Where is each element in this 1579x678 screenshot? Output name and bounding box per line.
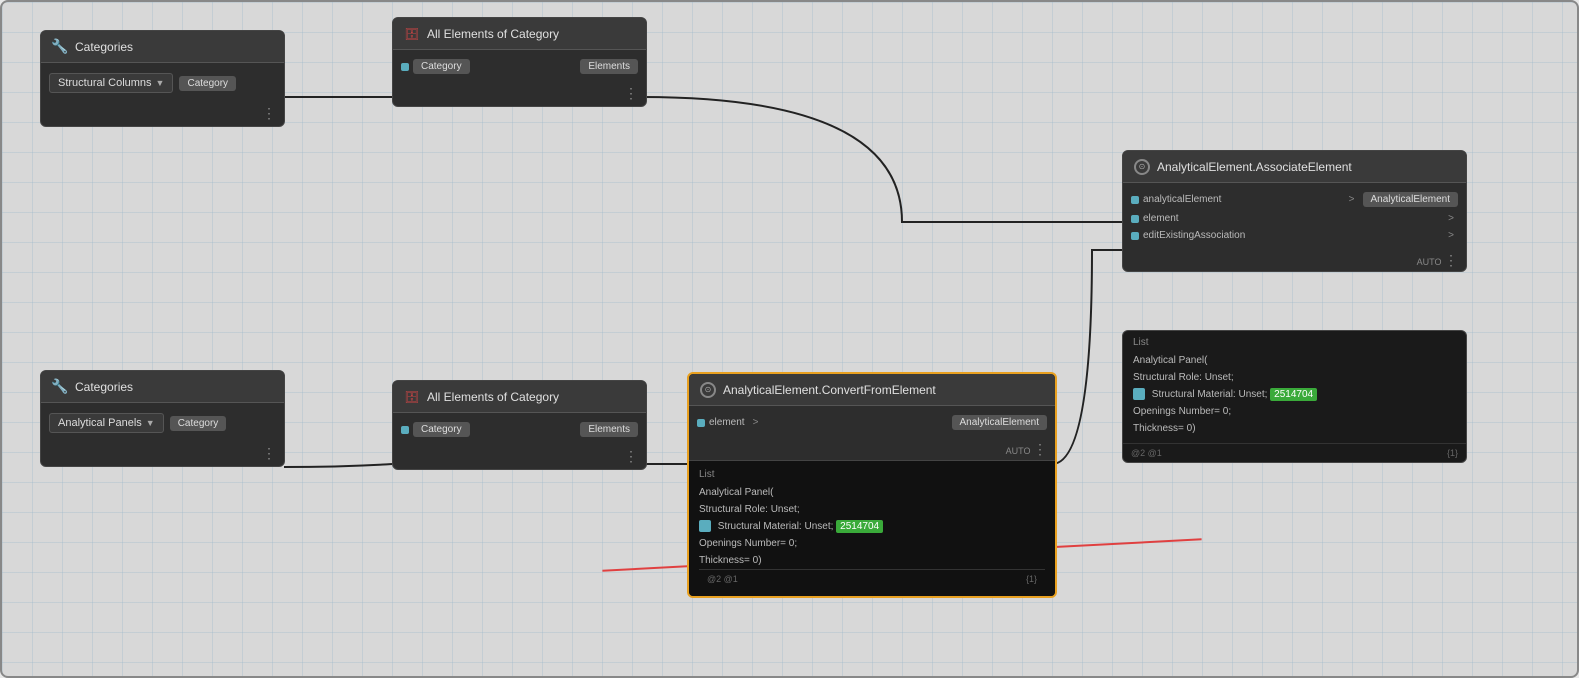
- convert-node: ⊙ AnalyticalElement.ConvertFromElement e…: [687, 372, 1057, 598]
- convert-auto-label: AUTO ⋮: [689, 439, 1055, 460]
- all-elements-node-2: 🗄 All Elements of Category Category Elem…: [392, 380, 647, 470]
- output-box-2-header: List: [699, 469, 1045, 480]
- all-elements-2-ports: Category Elements: [393, 419, 646, 440]
- arrow-1: >: [1349, 194, 1355, 205]
- node-dots-4[interactable]: ⋮: [624, 448, 638, 465]
- categories-node-2-footer: ⋮: [41, 443, 284, 466]
- categories-node-1-footer: ⋮: [41, 103, 284, 126]
- output-highlight-2: 2514704: [1270, 388, 1317, 401]
- edit-existing-label: editExistingAssociation: [1143, 230, 1440, 241]
- categories-node-2-title: Categories: [75, 380, 274, 394]
- category-port-in-1[interactable]: Category: [413, 59, 470, 74]
- all-elements-node-2-title: All Elements of Category: [427, 390, 636, 404]
- output-node-1-footer: @2 @1 {1}: [1123, 443, 1466, 462]
- output-node-1-header: List: [1123, 331, 1466, 350]
- associate-node-header: ⊙ AnalyticalElement.AssociateElement: [1123, 151, 1466, 183]
- dropdown-arrow-1: ▼: [156, 78, 165, 88]
- categories-node-1: 🔧 Categories Structural Columns ▼ Catego…: [40, 30, 285, 127]
- category-port-in-2[interactable]: Category: [413, 422, 470, 437]
- associate-node: ⊙ AnalyticalElement.AssociateElement ana…: [1122, 150, 1467, 272]
- dropdown-value-2: Analytical Panels: [58, 417, 142, 429]
- output-highlight-1: 2514704: [836, 520, 883, 533]
- wrench-icon-2: 🔧: [51, 378, 69, 396]
- categories-node-1-header: 🔧 Categories: [41, 31, 284, 63]
- db-icon-2: 🗄: [403, 388, 421, 406]
- output-icon-small-1: [699, 520, 711, 532]
- categories-dropdown-row-2: Analytical Panels ▼ Category: [41, 409, 284, 437]
- category-port-out-2[interactable]: Category: [170, 416, 227, 431]
- analytical-element-label: analyticalElement: [1143, 194, 1341, 205]
- categories-node-1-body: Structural Columns ▼ Category: [41, 63, 284, 103]
- associate-auto-label: AUTO ⋮: [1123, 250, 1466, 271]
- analytical-panels-dropdown[interactable]: Analytical Panels ▼: [49, 413, 164, 433]
- dropdown-value-1: Structural Columns: [58, 77, 152, 89]
- categories-node-2: 🔧 Categories Analytical Panels ▼ Categor…: [40, 370, 285, 467]
- categories-node-2-body: Analytical Panels ▼ Category: [41, 403, 284, 443]
- db-icon-1: 🗄: [403, 25, 421, 43]
- all-elements-node-1: 🗄 All Elements of Category Category Elem…: [392, 17, 647, 107]
- wrench-icon-1: 🔧: [51, 38, 69, 56]
- associate-node-body: analyticalElement > AnalyticalElement el…: [1123, 183, 1466, 250]
- output-box-2-footer: @2 @1 {1}: [699, 569, 1045, 588]
- categories-node-2-header: 🔧 Categories: [41, 371, 284, 403]
- all-elements-node-2-body: Category Elements: [393, 413, 646, 446]
- convert-element-label: element: [709, 417, 745, 428]
- structural-columns-dropdown[interactable]: Structural Columns ▼: [49, 73, 173, 93]
- element-label: element: [1143, 213, 1440, 224]
- all-elements-node-1-footer: ⋮: [393, 83, 646, 106]
- node-dots-2[interactable]: ⋮: [624, 85, 638, 102]
- dropdown-arrow-2: ▼: [146, 418, 155, 428]
- circle-icon-1: ⊙: [1133, 158, 1151, 176]
- convert-arrow: >: [753, 417, 759, 428]
- categories-dropdown-row-1: Structural Columns ▼ Category: [41, 69, 284, 97]
- associate-node-title: AnalyticalElement.AssociateElement: [1157, 160, 1456, 174]
- node-dots-1[interactable]: ⋮: [262, 105, 276, 122]
- all-elements-node-1-header: 🗄 All Elements of Category: [393, 18, 646, 50]
- edit-existing-port-row: editExistingAssociation >: [1123, 227, 1466, 244]
- output-box-2-content: Analytical Panel( Structural Role: Unset…: [699, 484, 1045, 569]
- output-node-1: List Analytical Panel( Structural Role: …: [1122, 330, 1467, 463]
- arrow-2: >: [1448, 213, 1454, 224]
- all-elements-node-2-header: 🗄 All Elements of Category: [393, 381, 646, 413]
- all-elements-node-2-footer: ⋮: [393, 446, 646, 469]
- all-elements-node-1-body: Category Elements: [393, 50, 646, 83]
- output-icon-small-2: [1133, 388, 1145, 400]
- node-dots-associate[interactable]: ⋮: [1444, 252, 1458, 268]
- node-dots-convert[interactable]: ⋮: [1033, 441, 1047, 457]
- output-node-1-content: Analytical Panel( Structural Role: Unset…: [1123, 350, 1466, 443]
- elements-port-out-1[interactable]: Elements: [580, 59, 638, 74]
- circle-icon-2: ⊙: [699, 381, 717, 399]
- node-dots-3[interactable]: ⋮: [262, 445, 276, 462]
- convert-node-body: element > AnalyticalElement: [689, 406, 1055, 439]
- node-canvas[interactable]: 🔧 Categories Structural Columns ▼ Catego…: [0, 0, 1579, 678]
- convert-output-port[interactable]: AnalyticalElement: [952, 415, 1047, 430]
- categories-node-1-title: Categories: [75, 40, 274, 54]
- elements-port-out-2[interactable]: Elements: [580, 422, 638, 437]
- analytical-element-port-row: analyticalElement > AnalyticalElement: [1123, 189, 1466, 210]
- all-elements-1-ports: Category Elements: [393, 56, 646, 77]
- arrow-3: >: [1448, 230, 1454, 241]
- all-elements-node-1-title: All Elements of Category: [427, 27, 636, 41]
- analytical-element-output[interactable]: AnalyticalElement: [1363, 192, 1458, 207]
- category-port-out-1[interactable]: Category: [179, 76, 236, 91]
- convert-node-header: ⊙ AnalyticalElement.ConvertFromElement: [689, 374, 1055, 406]
- convert-node-title: AnalyticalElement.ConvertFromElement: [723, 383, 1045, 397]
- convert-port-row: element > AnalyticalElement: [689, 412, 1055, 433]
- element-port-row: element >: [1123, 210, 1466, 227]
